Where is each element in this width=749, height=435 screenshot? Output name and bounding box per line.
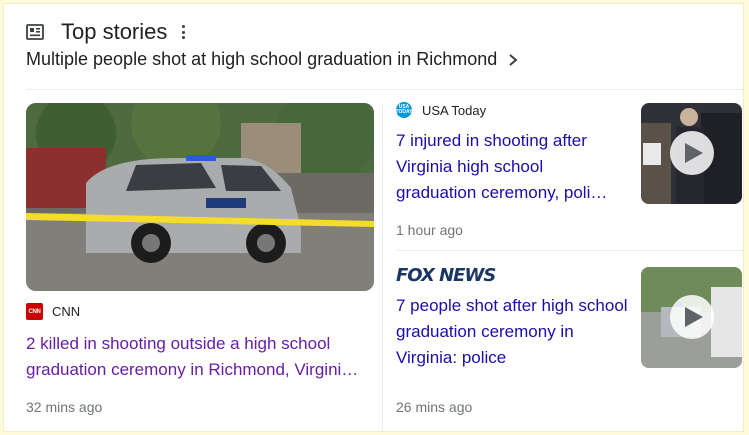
story-image[interactable] xyxy=(26,103,374,291)
story-headline[interactable]: 7 injured in shooting after Virginia hig… xyxy=(396,128,621,206)
story-source: CNN CNN xyxy=(26,303,80,320)
story-headline[interactable]: 2 killed in shooting outside a high scho… xyxy=(26,331,376,383)
more-options-icon[interactable] xyxy=(181,25,185,39)
story-source: FOX NEWS xyxy=(396,265,496,286)
story-source: USA TODAY USA Today xyxy=(396,102,486,118)
video-thumbnail[interactable] xyxy=(641,103,742,204)
story-headline[interactable]: 7 people shot after high school graduati… xyxy=(396,293,631,371)
video-thumbnail[interactable] xyxy=(641,267,742,368)
source-name: CNN xyxy=(52,304,81,319)
play-icon xyxy=(670,295,714,339)
top-stories-header: Top stories xyxy=(26,17,185,47)
chevron-right-icon xyxy=(509,53,518,66)
story-time: 26 mins ago xyxy=(396,399,473,415)
story-time: 32 mins ago xyxy=(26,399,103,415)
newspaper-icon xyxy=(26,24,44,40)
topic-link[interactable]: Multiple people shot at high school grad… xyxy=(26,49,519,70)
column-divider xyxy=(382,103,383,432)
usa-today-logo: USA TODAY xyxy=(396,102,412,118)
fox-news-logo: FOX NEWS xyxy=(396,265,496,286)
play-icon xyxy=(670,131,714,175)
divider xyxy=(396,250,743,251)
top-stories-panel: Top stories Multiple people shot at high… xyxy=(3,3,744,432)
story-time: 1 hour ago xyxy=(396,222,463,238)
source-name: USA Today xyxy=(422,102,487,118)
cnn-logo: CNN xyxy=(26,303,43,320)
topic-label: Multiple people shot at high school grad… xyxy=(26,49,498,69)
divider xyxy=(26,89,743,90)
police-car-photo xyxy=(26,103,374,291)
section-title: Top stories xyxy=(61,19,168,44)
